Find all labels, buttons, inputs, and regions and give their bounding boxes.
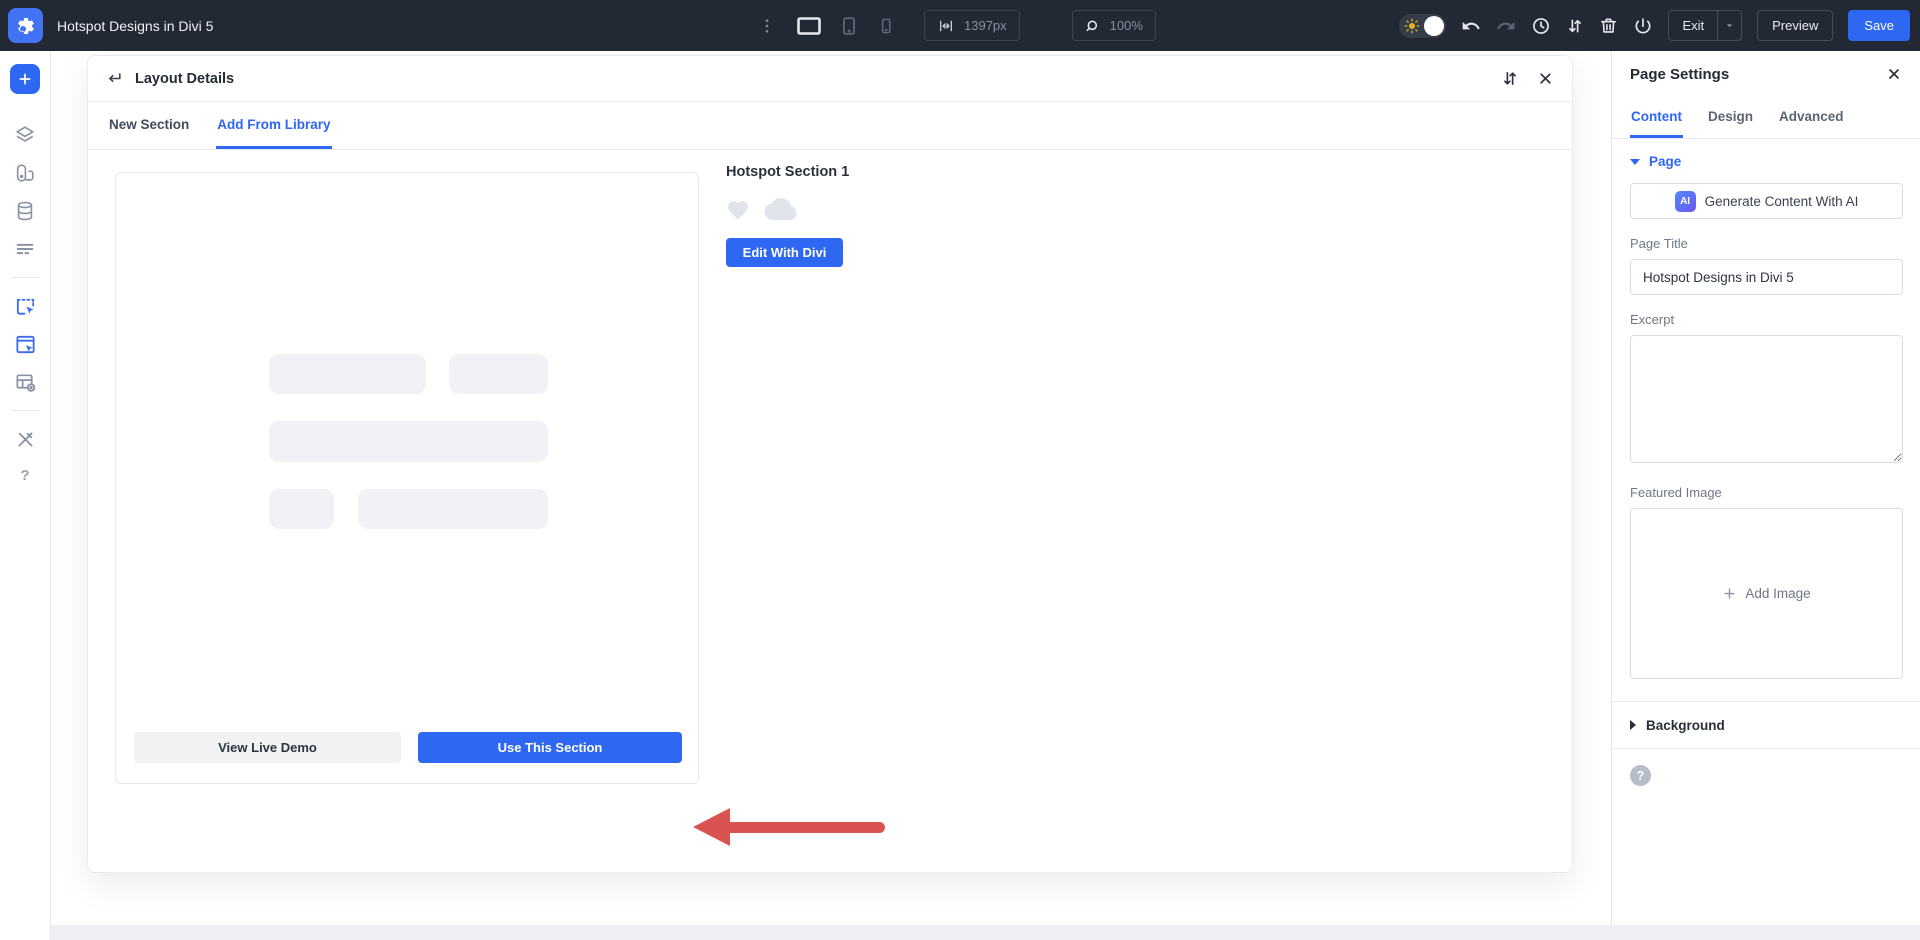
power-icon[interactable]: [1633, 16, 1653, 36]
undo-icon[interactable]: [1461, 16, 1481, 36]
tools-wrench-icon[interactable]: [13, 427, 37, 451]
modal-header: Layout Details: [88, 56, 1572, 102]
help-icon[interactable]: ?: [20, 467, 29, 484]
tab-add-from-library[interactable]: Add From Library: [216, 102, 332, 149]
layout-library-icon[interactable]: [13, 370, 37, 394]
wireframe-rows-icon[interactable]: [13, 237, 37, 261]
zoom-level-field[interactable]: 100%: [1071, 10, 1156, 41]
chevron-down-icon: [1630, 158, 1640, 165]
tab-design[interactable]: Design: [1707, 97, 1754, 138]
skeleton-block: [269, 354, 426, 394]
divi-logo[interactable]: [8, 8, 43, 43]
layers-icon[interactable]: [13, 123, 37, 147]
excerpt-textarea[interactable]: [1630, 335, 1903, 463]
desktop-view-icon[interactable]: [796, 15, 822, 37]
sort-arrows-icon[interactable]: [1566, 16, 1584, 36]
panel-title: Page Settings: [1630, 65, 1730, 83]
add-image-dropzone[interactable]: Add Image: [1630, 508, 1903, 679]
sidebar-divider: [11, 277, 39, 278]
featured-image-label: Featured Image: [1630, 485, 1722, 500]
panel-help-icon[interactable]: ?: [1630, 765, 1651, 786]
red-pointer-arrow: [693, 808, 885, 846]
section-name: Hotspot Section 1: [726, 164, 850, 180]
page-title-input[interactable]: [1630, 259, 1903, 295]
sun-icon: [1404, 18, 1420, 33]
add-module-button[interactable]: [10, 64, 40, 94]
tablet-view-icon[interactable]: [838, 15, 860, 37]
ai-button-label: Generate Content With AI: [1704, 193, 1859, 209]
exit-button[interactable]: Exit: [1669, 11, 1717, 40]
page-settings-panel: Page Settings Content Design Advanced Pa…: [1611, 51, 1920, 925]
tab-advanced[interactable]: Advanced: [1778, 97, 1845, 138]
document-title: Hotspot Designs in Divi 5: [57, 17, 214, 34]
arrow-tail: [727, 822, 885, 833]
cloud-icon: [764, 197, 797, 221]
canvas-width-value: 1397px: [964, 18, 1007, 33]
plus-icon: [19, 73, 31, 85]
use-this-section-button[interactable]: Use This Section: [418, 732, 682, 763]
close-icon[interactable]: [1537, 70, 1554, 87]
sort-layouts-icon[interactable]: [1501, 69, 1519, 88]
swatches-icon[interactable]: [13, 161, 37, 185]
panel-tab-bar: Content Design Advanced: [1612, 97, 1920, 139]
back-icon[interactable]: [106, 70, 123, 87]
top-bar: Hotspot Designs in Divi 5 1397px 100% Ex…: [0, 0, 1920, 51]
insert-section-alt-icon[interactable]: [13, 332, 37, 356]
kebab-menu-icon[interactable]: [758, 17, 776, 35]
save-button[interactable]: Save: [1848, 10, 1910, 41]
preview-button[interactable]: Preview: [1757, 10, 1834, 41]
exit-button-group: Exit: [1668, 10, 1743, 41]
panel-header: Page Settings: [1612, 51, 1920, 97]
plus-icon: [1724, 588, 1735, 599]
builder-mode-toggle[interactable]: [1399, 13, 1447, 38]
builder-canvas: Layout Details New Section Add From Libr…: [51, 51, 1611, 925]
section-placeholder-icons: [725, 196, 798, 222]
chevron-right-icon: [1630, 720, 1636, 730]
arrow-head: [693, 808, 730, 846]
zoom-level-value: 100%: [1109, 18, 1143, 33]
toggle-knob: [1424, 15, 1445, 36]
modal-body: View Live Demo Use This Section Hotspot …: [88, 150, 1572, 872]
page-group-toggle[interactable]: Page: [1612, 139, 1920, 173]
page-title-label: Page Title: [1630, 236, 1688, 251]
skeleton-block: [269, 489, 334, 529]
ai-badge-icon: AI: [1674, 190, 1696, 212]
zoom-magnifier-icon: [1086, 20, 1097, 31]
view-live-demo-button[interactable]: View Live Demo: [134, 732, 401, 763]
background-group-label: Background: [1646, 717, 1725, 733]
edit-with-divi-button[interactable]: Edit With Divi: [726, 238, 843, 267]
page-group-label: Page: [1649, 154, 1682, 169]
width-arrows-icon: [940, 20, 952, 31]
trash-icon[interactable]: [1599, 16, 1618, 36]
layout-details-modal: Layout Details New Section Add From Libr…: [87, 55, 1573, 873]
modal-title: Layout Details: [135, 70, 235, 87]
gear-icon: [17, 17, 34, 34]
add-image-label: Add Image: [1745, 586, 1811, 601]
skeleton-block: [449, 354, 548, 394]
redo-icon[interactable]: [1496, 16, 1516, 36]
caret-down-icon: [1726, 24, 1733, 28]
insert-section-icon[interactable]: [13, 294, 37, 318]
canvas-width-field[interactable]: 1397px: [924, 10, 1020, 41]
database-icon[interactable]: [13, 199, 37, 223]
tab-content[interactable]: Content: [1630, 97, 1683, 138]
history-clock-icon[interactable]: [1531, 16, 1551, 36]
excerpt-label: Excerpt: [1630, 312, 1675, 327]
exit-caret-button[interactable]: [1717, 11, 1741, 40]
heart-icon: [728, 201, 748, 220]
left-sidebar: ?: [0, 51, 51, 940]
background-group-toggle[interactable]: Background: [1612, 701, 1920, 749]
panel-close-icon[interactable]: [1886, 66, 1902, 82]
sidebar-divider: [11, 410, 39, 411]
skeleton-block: [269, 421, 548, 462]
skeleton-block: [358, 489, 548, 529]
tab-new-section[interactable]: New Section: [108, 102, 190, 149]
phone-view-icon[interactable]: [876, 16, 896, 36]
modal-tab-bar: New Section Add From Library: [88, 102, 1572, 150]
generate-content-ai-button[interactable]: AI Generate Content With AI: [1630, 183, 1903, 219]
layout-preview-card: View Live Demo Use This Section: [115, 172, 699, 784]
